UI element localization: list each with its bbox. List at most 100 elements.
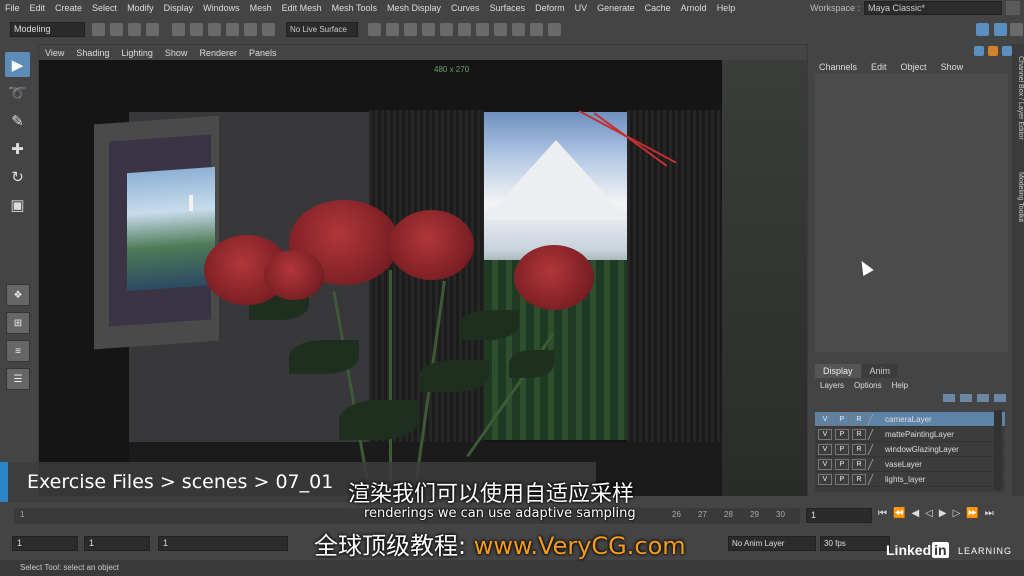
pause-render-icon[interactable] [530, 23, 543, 36]
menu-curves[interactable]: Curves [446, 0, 485, 16]
channel-box-icon[interactable] [974, 46, 984, 56]
move-tool-icon[interactable]: ✚ [5, 136, 30, 161]
select-component-icon[interactable] [208, 23, 221, 36]
range-start-field[interactable]: 1 [84, 536, 150, 551]
go-to-end-icon[interactable]: ⏭ [985, 508, 994, 519]
menu-windows[interactable]: Windows [198, 0, 245, 16]
layer-reference-toggle[interactable]: R [852, 443, 866, 455]
layer-visibility-toggle[interactable]: V [818, 443, 832, 455]
step-forward-key-icon[interactable]: ⏩ [966, 508, 978, 519]
scene-render[interactable]: 480 x 270 [39, 60, 807, 496]
menu-cache[interactable]: Cache [640, 0, 676, 16]
side-tab-modeling-toolkit[interactable]: Modeling Toolkit [1012, 172, 1024, 222]
ipr-icon[interactable] [476, 23, 489, 36]
render-view-icon[interactable] [404, 23, 417, 36]
layer-row[interactable]: V P R lights_layer [815, 472, 1005, 487]
viewport-menu-lighting[interactable]: Lighting [115, 48, 159, 58]
snap-curve-icon[interactable] [244, 23, 257, 36]
menu-mesh[interactable]: Mesh [245, 0, 277, 16]
channel-box-area[interactable] [815, 74, 1008, 352]
viewport-menu-renderer[interactable]: Renderer [193, 48, 243, 58]
menu-modify[interactable]: Modify [122, 0, 159, 16]
layer-row[interactable]: V P R vaseLayer [815, 457, 1005, 472]
paint-select-tool-icon[interactable]: ✎ [5, 108, 30, 133]
snap-grid-icon[interactable] [226, 23, 239, 36]
menu-edit[interactable]: Edit [25, 0, 51, 16]
select-tool-icon[interactable]: ▶ [5, 52, 30, 77]
menu-surfaces[interactable]: Surfaces [485, 0, 531, 16]
attribute-editor-icon[interactable] [994, 23, 1007, 36]
range-bar[interactable]: 1 [158, 536, 288, 551]
anim-start-field[interactable]: 1 [12, 536, 78, 551]
attribute-icon[interactable] [988, 46, 998, 56]
side-tab-channel-box[interactable]: Channel Box / Layer Editor [1012, 56, 1024, 140]
menu-display[interactable]: Display [159, 0, 199, 16]
step-forward-frame-icon[interactable]: ▷ [953, 508, 961, 519]
stop-render-icon[interactable] [512, 23, 525, 36]
viewport-menu-show[interactable]: Show [159, 48, 194, 58]
layer-reference-toggle[interactable]: R [852, 473, 866, 485]
render-region-icon[interactable] [458, 23, 471, 36]
layer-visibility-toggle[interactable]: V [818, 428, 832, 440]
layer-playback-toggle[interactable]: P [835, 473, 849, 485]
outliner-layout-icon[interactable]: ☰ [6, 368, 30, 390]
four-view-layout-icon[interactable]: ⊞ [6, 312, 30, 334]
select-object-icon[interactable] [190, 23, 203, 36]
workspace-lock-icon[interactable] [1006, 1, 1020, 15]
menu-help[interactable]: Help [712, 0, 741, 16]
layer-color-swatch[interactable] [867, 458, 885, 470]
layer-playback-toggle[interactable]: P [835, 413, 849, 425]
tab-anim[interactable]: Anim [861, 364, 899, 378]
live-surface-field[interactable]: No Live Surface [286, 22, 358, 37]
layer-visibility-toggle[interactable]: V [818, 473, 832, 485]
hypershade-icon[interactable] [440, 23, 453, 36]
menu-generate[interactable]: Generate [592, 0, 640, 16]
layer-color-swatch[interactable] [867, 413, 885, 425]
move-layer-up-icon[interactable] [943, 394, 955, 402]
layer-list-scrollbar[interactable] [994, 410, 1002, 490]
arnold-render-icon[interactable] [494, 23, 507, 36]
snap-point-icon[interactable] [262, 23, 275, 36]
two-pane-layout-icon[interactable]: ≡ [6, 340, 30, 362]
render-frame-icon[interactable] [386, 23, 399, 36]
save-scene-icon[interactable] [128, 23, 141, 36]
history-icon[interactable] [368, 23, 381, 36]
step-back-frame-icon[interactable]: ◀ [911, 508, 919, 519]
layer-visibility-toggle[interactable]: V [818, 458, 832, 470]
layer-row[interactable]: V P R mattePaintingLayer [815, 427, 1005, 442]
new-empty-layer-icon[interactable] [977, 394, 989, 402]
menu-edit-mesh[interactable]: Edit Mesh [277, 0, 327, 16]
anim-layer-dropdown[interactable]: No Anim Layer [728, 536, 816, 551]
step-back-key-icon[interactable]: ⏪ [893, 508, 905, 519]
layer-playback-toggle[interactable]: P [835, 443, 849, 455]
menu-create[interactable]: Create [50, 0, 87, 16]
refresh-icon[interactable] [548, 23, 561, 36]
menu-deform[interactable]: Deform [530, 0, 570, 16]
single-perspective-layout-icon[interactable]: ❖ [6, 284, 30, 306]
menu-mesh-display[interactable]: Mesh Display [382, 0, 446, 16]
channel-box-menu-object[interactable]: Object [894, 60, 934, 74]
open-scene-icon[interactable] [110, 23, 123, 36]
layer-row[interactable]: V P R windowGlazingLayer [815, 442, 1005, 457]
play-back-icon[interactable]: ◁ [925, 508, 933, 519]
perspective-viewport[interactable]: View Shading Lighting Show Renderer Pane… [38, 44, 808, 496]
play-forward-icon[interactable]: ▶ [939, 508, 947, 519]
layer-menu-help[interactable]: Help [887, 379, 913, 392]
viewport-menu-view[interactable]: View [39, 48, 70, 58]
lasso-tool-icon[interactable]: ➰ [5, 80, 30, 105]
layer-color-swatch[interactable] [867, 428, 885, 440]
sidebar-toggle-icon[interactable] [976, 23, 989, 36]
viewport-menu-panels[interactable]: Panels [243, 48, 283, 58]
tab-display[interactable]: Display [815, 364, 861, 378]
layer-visibility-toggle[interactable]: V [818, 413, 832, 425]
select-hierarchy-icon[interactable] [172, 23, 185, 36]
render-settings-icon[interactable] [422, 23, 435, 36]
layer-row[interactable]: V P R cameraLayer [815, 412, 1005, 427]
tool-settings-icon[interactable] [1002, 46, 1012, 56]
channel-box-menu-channels[interactable]: Channels [812, 60, 864, 74]
move-layer-down-icon[interactable] [960, 394, 972, 402]
go-to-start-icon[interactable]: ⏮ [878, 508, 887, 519]
menu-mesh-tools[interactable]: Mesh Tools [327, 0, 382, 16]
channel-box-menu-show[interactable]: Show [934, 60, 971, 74]
menu-arnold[interactable]: Arnold [676, 0, 712, 16]
